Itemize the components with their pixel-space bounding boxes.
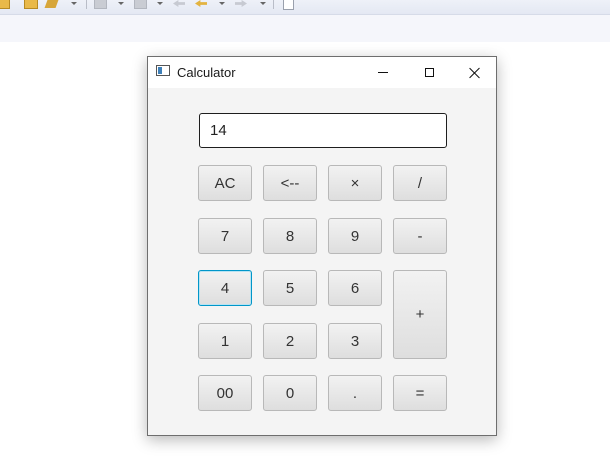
- clear-button[interactable]: AC: [198, 165, 252, 201]
- digit-2-button[interactable]: 2: [263, 323, 317, 359]
- chevron-down-icon[interactable]: [219, 2, 225, 5]
- digit-5-button[interactable]: 5: [263, 270, 317, 306]
- divide-button[interactable]: /: [393, 165, 447, 201]
- minimize-button[interactable]: [360, 57, 406, 88]
- disabled-tool-icon: [134, 0, 147, 9]
- maximize-icon: [424, 68, 434, 77]
- chevron-down-icon[interactable]: [260, 2, 266, 5]
- back-history-icon[interactable]: [195, 0, 207, 7]
- digit-6-button[interactable]: 6: [328, 270, 382, 306]
- toolbar-separator: [273, 0, 274, 9]
- backspace-button[interactable]: <--: [263, 165, 317, 201]
- ide-toolbar: [0, 0, 610, 15]
- double-zero-button[interactable]: 00: [198, 375, 252, 411]
- digit-1-button[interactable]: 1: [198, 323, 252, 359]
- close-icon: [469, 67, 481, 79]
- multiply-button[interactable]: ×: [328, 165, 382, 201]
- forward-arrow-icon[interactable]: [235, 0, 247, 7]
- plus-button[interactable]: +: [393, 270, 447, 359]
- calculator-window: Calculator AC <-- × / 7 8 9 - 4 5 6 + 1 …: [147, 56, 497, 436]
- magic-wand-icon[interactable]: [44, 0, 59, 8]
- minus-button[interactable]: -: [393, 218, 447, 254]
- maximize-button[interactable]: [406, 57, 452, 88]
- close-button[interactable]: [452, 57, 498, 88]
- back-arrow-icon[interactable]: [173, 0, 185, 7]
- title-bar[interactable]: Calculator: [148, 57, 496, 88]
- equals-button[interactable]: =: [393, 375, 447, 411]
- calculator-app-icon: [156, 65, 170, 76]
- digit-7-button[interactable]: 7: [198, 218, 252, 254]
- ide-subbar: [0, 15, 610, 42]
- calculator-display[interactable]: [199, 113, 447, 148]
- chevron-down-icon[interactable]: [71, 2, 77, 5]
- open-folder-icon[interactable]: [0, 0, 10, 9]
- decimal-button[interactable]: .: [328, 375, 382, 411]
- chevron-down-icon[interactable]: [118, 2, 124, 5]
- digit-3-button[interactable]: 3: [328, 323, 382, 359]
- window-title: Calculator: [177, 65, 236, 80]
- open-folder-icon[interactable]: [24, 0, 38, 9]
- minimize-icon: [378, 72, 388, 73]
- digit-0-button[interactable]: 0: [263, 375, 317, 411]
- digit-9-button[interactable]: 9: [328, 218, 382, 254]
- chevron-down-icon[interactable]: [157, 2, 163, 5]
- digit-8-button[interactable]: 8: [263, 218, 317, 254]
- disabled-tool-icon: [94, 0, 107, 9]
- digit-4-button[interactable]: 4: [198, 270, 252, 306]
- document-icon[interactable]: [283, 0, 294, 10]
- toolbar-separator: [86, 0, 87, 9]
